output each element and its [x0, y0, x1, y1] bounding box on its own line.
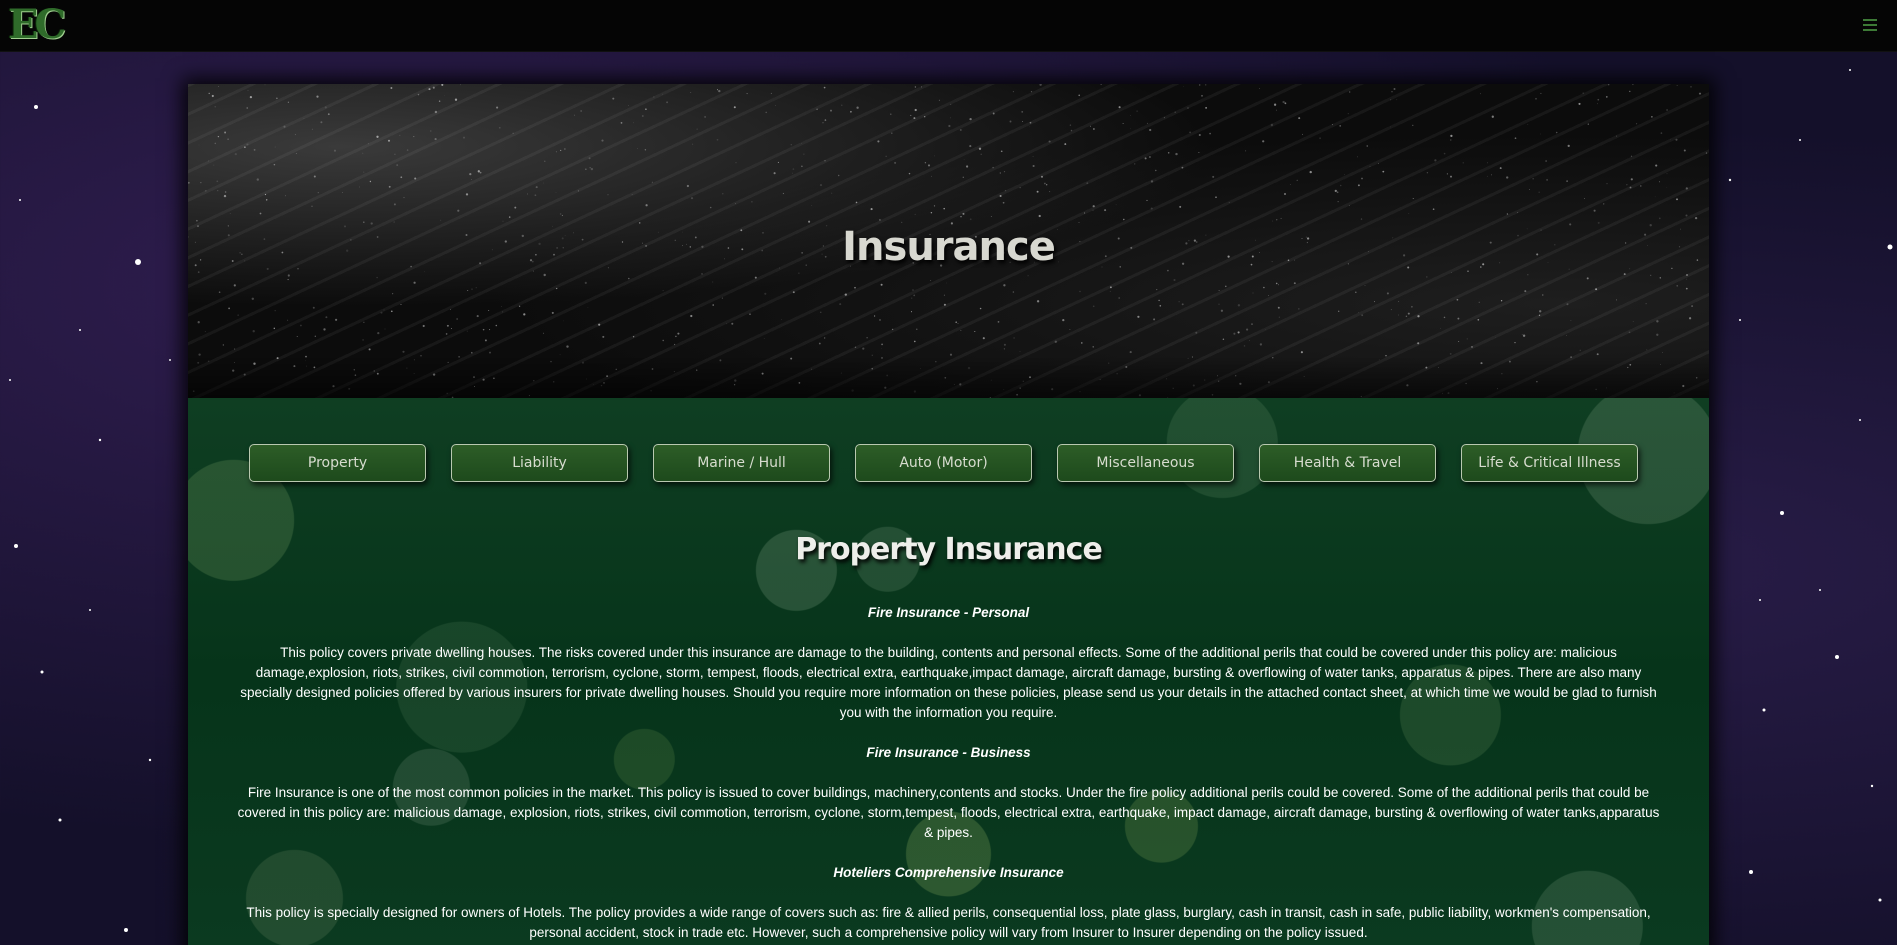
hero-fade	[188, 358, 1709, 398]
hamburger-icon[interactable]	[1859, 14, 1881, 36]
main-card: Insurance Property Liability Marine / Hu…	[188, 84, 1709, 945]
policy-description: This policy is specially designed for ow…	[246, 905, 1651, 940]
policy-description: This policy covers private dwelling hous…	[240, 645, 1657, 720]
tab-miscellaneous[interactable]: Miscellaneous	[1057, 444, 1234, 482]
section-title: Property Insurance	[795, 532, 1103, 567]
hero-banner: Insurance	[188, 84, 1709, 398]
policy-heading: Hoteliers Comprehensive Insurance	[833, 865, 1064, 880]
policy-description: Fire Insurance is one of the most common…	[237, 785, 1660, 840]
page-title: Insurance	[842, 224, 1056, 270]
policy-list: Fire Insurance - Personal This policy co…	[236, 603, 1661, 945]
top-navbar: EC	[0, 0, 1897, 52]
tab-marine-hull[interactable]: Marine / Hull	[653, 444, 830, 482]
category-tabs: Property Liability Marine / Hull Auto (M…	[249, 444, 1638, 482]
tab-property[interactable]: Property	[249, 444, 426, 482]
tab-liability[interactable]: Liability	[451, 444, 628, 482]
tab-auto-motor[interactable]: Auto (Motor)	[855, 444, 1032, 482]
tab-health-travel[interactable]: Health & Travel	[1259, 444, 1436, 482]
tab-life-critical-illness[interactable]: Life & Critical Illness	[1461, 444, 1638, 482]
logo[interactable]: EC	[8, 2, 66, 48]
content-area: Property Liability Marine / Hull Auto (M…	[188, 398, 1709, 945]
policy-heading: Fire Insurance - Business	[866, 745, 1031, 760]
policy-heading: Fire Insurance - Personal	[867, 605, 1030, 620]
